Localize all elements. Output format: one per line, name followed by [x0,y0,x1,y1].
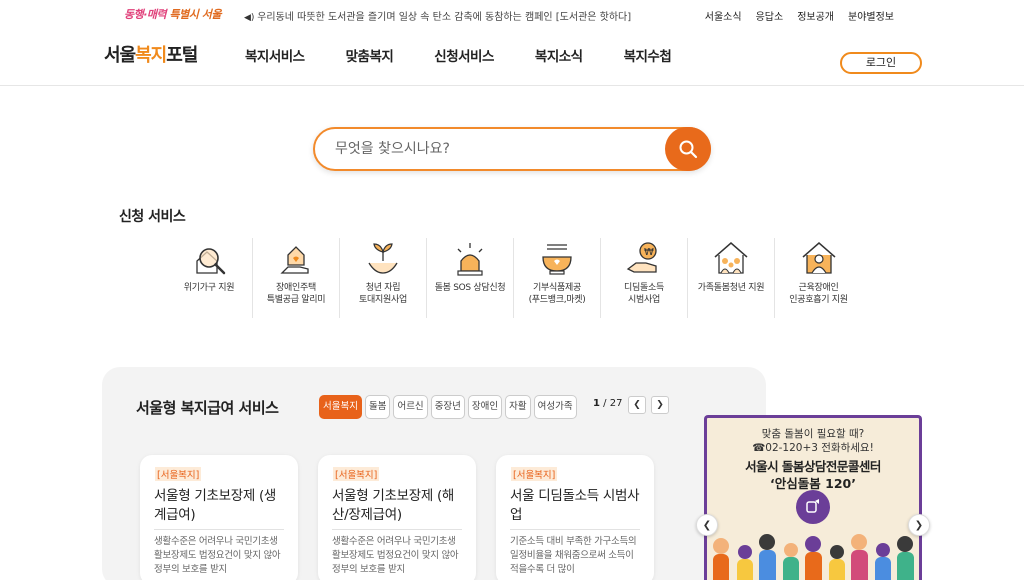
coin-hand-icon: ₩ [622,238,666,280]
util-link-news[interactable]: 서울소식 [705,8,742,23]
nav-apply-services[interactable]: 신청서비스 [434,45,494,65]
card-description: 기준소득 대비 부족한 가구소득의 일정비율을 채워줌으로써 소득이 적을수록 … [510,536,637,575]
chip-disabled[interactable]: 장애인 [467,395,503,419]
siren-icon [448,238,492,280]
chevron-right-icon: ❯ [656,400,664,410]
chip-women-family[interactable]: 여성가족 [533,395,577,419]
chip-middle-aged[interactable]: 중장년 [430,395,465,419]
page-total: / 27 [603,398,623,409]
card-tag: [서울복지] [155,467,202,481]
nav-welfare-services[interactable]: 복지서비스 [245,45,305,65]
brand-accent: 복지 [135,45,167,66]
card-title: 서울 디딤돌소득 시범사업 [510,488,640,523]
page-current: 1 [593,398,600,409]
person-house-icon [797,238,841,280]
service-care-sos[interactable]: 돌봄 SOS 상담신청 [427,238,514,318]
benefits-title: 서울형 복지급여 서비스 [136,399,279,417]
service-family-care-youth[interactable]: 가족돌봄청년 지원 [688,238,775,318]
banner-line1: 맞춤 돌봄이 필요할 때? [761,428,865,440]
chip-seoul-welfare[interactable]: 서울복지 [319,395,362,419]
apply-services-title: 신청 서비스 [119,209,186,225]
brand-suffix: 포털 [166,45,198,66]
banner-line2: ☎02-120+3 전화하세요! [752,442,874,454]
page-indicator: 1 / 27 [593,398,622,409]
search-box [313,127,711,171]
card-title: 서울형 기초보장제 (생계급여) [154,488,277,523]
service-disabled-housing[interactable]: 장애인주택 특별공급 알리미 [253,238,340,318]
brand-prefix: 서울 [104,45,136,66]
nav-welfare-handbook[interactable]: 복지수첩 [624,45,672,65]
service-ventilator-support[interactable]: 근육장애인 인공호흡기 지원 [775,238,862,318]
card-divider [510,529,640,530]
house-hand-icon [274,238,318,280]
notice-ticker[interactable]: ◀) 우리동네 따뜻한 도서관을 즐기며 일상 속 탄소 감축에 동참하는 캠페… [244,8,631,23]
global-nav: 복지서비스 맞춤복지 신청서비스 복지소식 복지수첩 [245,45,712,65]
card-tag: [서울복지] [333,467,380,481]
util-link-response[interactable]: 응답소 [756,8,784,23]
service-label: 디딤돌소득 시범사업 [624,283,664,305]
slogan-part1: 동행·매력 [124,8,167,21]
family-house-icon [709,238,753,280]
login-button[interactable]: 로그인 [840,52,922,74]
service-label: 가족돌봄청년 지원 [697,283,765,293]
speaker-icon: ◀) [244,13,255,23]
service-crisis-household[interactable]: 위기가구 지원 [166,238,253,318]
crowd-illustration [707,524,919,580]
apply-services-list: 위기가구 지원 장애인주택 특별공급 알리미 청년 자립 토대지원사업 돌봄 SOS… [166,238,866,318]
next-page-button[interactable]: ❯ [651,396,669,414]
service-label: 청년 자립 토대지원사업 [359,283,407,305]
service-food-donation[interactable]: 기부식품제공 (푸드뱅크,마켓) [514,238,601,318]
bowl-icon [535,238,579,280]
chevron-right-icon: ❯ [914,519,924,531]
card-title: 서울형 기초보장제 (해산/장제급여) [332,488,455,523]
chip-care[interactable]: 돌봄 [364,395,391,419]
slogan-part2: 특별시 서울 [169,8,222,21]
search-button[interactable] [665,127,711,171]
benefit-card[interactable]: [서울복지] 서울 디딤돌소득 시범사업 기준소득 대비 부족한 가구소득의 일… [496,455,654,580]
chip-seniors[interactable]: 어르신 [393,395,428,419]
utility-links: 서울소식 응답소 정보공개 분야별정보 [705,8,894,23]
hands-heart-icon [796,490,830,524]
card-divider [154,529,284,530]
prev-page-button[interactable]: ❮ [628,396,646,414]
benefit-card[interactable]: [서울복지] 서울형 기초보장제 (해산/장제급여) 생활수준은 어려우나 국민… [318,455,476,580]
chevron-left-icon: ❮ [633,400,641,410]
chip-self-support[interactable]: 자활 [505,395,531,419]
seoul-slogan-logo[interactable]: 동행·매력 특별시 서울 [124,6,221,22]
search-icon [679,140,698,159]
search-input[interactable] [335,139,655,159]
nav-custom-welfare[interactable]: 맞춤복지 [346,45,394,65]
card-tag: [서울복지] [511,467,558,481]
site-logo[interactable]: 서울복지포털 [104,41,198,67]
svg-text:₩: ₩ [644,247,654,258]
service-stepping-stone-income[interactable]: ₩ 디딤돌소득 시범사업 [601,238,688,318]
magnifier-house-icon [187,238,231,280]
service-label: 근육장애인 인공호흡기 지원 [789,283,848,305]
service-youth-independence[interactable]: 청년 자립 토대지원사업 [340,238,427,318]
util-link-field[interactable]: 분야별정보 [848,8,894,23]
service-label: 장애인주택 특별공급 알리미 [266,283,326,305]
service-label: 돌봄 SOS 상담신청 [434,283,506,293]
banner-next-button[interactable]: ❯ [908,514,930,536]
care-call-center-banner[interactable]: 맞춤 돌봄이 필요할 때? ☎02-120+3 전화하세요! 서울시 돌봄상담전… [704,415,922,580]
card-description: 생활수준은 어려우나 국민기초생활보장제도 법정요건이 맞지 않아 정부의 보호… [154,536,281,575]
notice-text: 우리동네 따뜻한 도서관을 즐기며 일상 속 탄소 감축에 동참하는 캠페인 [… [257,12,632,23]
banner-prev-button[interactable]: ❮ [696,514,718,536]
benefit-card[interactable]: [서울복지] 서울형 기초보장제 (생계급여) 생활수준은 어려우나 국민기초생… [140,455,298,580]
category-filter-chips: 서울복지 돌봄 어르신 중장년 장애인 자활 여성가족 [319,395,577,419]
service-label: 기부식품제공 (푸드뱅크,마켓) [528,283,586,305]
main-header: 서울복지포털 복지서비스 맞춤복지 신청서비스 복지소식 복지수첩 로그인 [0,30,1024,86]
sprout-hands-icon [361,238,405,280]
card-divider [332,529,462,530]
chevron-left-icon: ❮ [702,519,712,531]
util-link-info[interactable]: 정보공개 [797,8,834,23]
top-utility-bar: 동행·매력 특별시 서울 ◀) 우리동네 따뜻한 도서관을 즐기며 일상 속 탄… [0,0,1024,30]
card-description: 생활수준은 어려우나 국민기초생활보장제도 법정요건이 맞지 않아 정부의 보호… [332,536,459,575]
service-label: 위기가구 지원 [183,283,235,293]
nav-welfare-news[interactable]: 복지소식 [535,45,583,65]
